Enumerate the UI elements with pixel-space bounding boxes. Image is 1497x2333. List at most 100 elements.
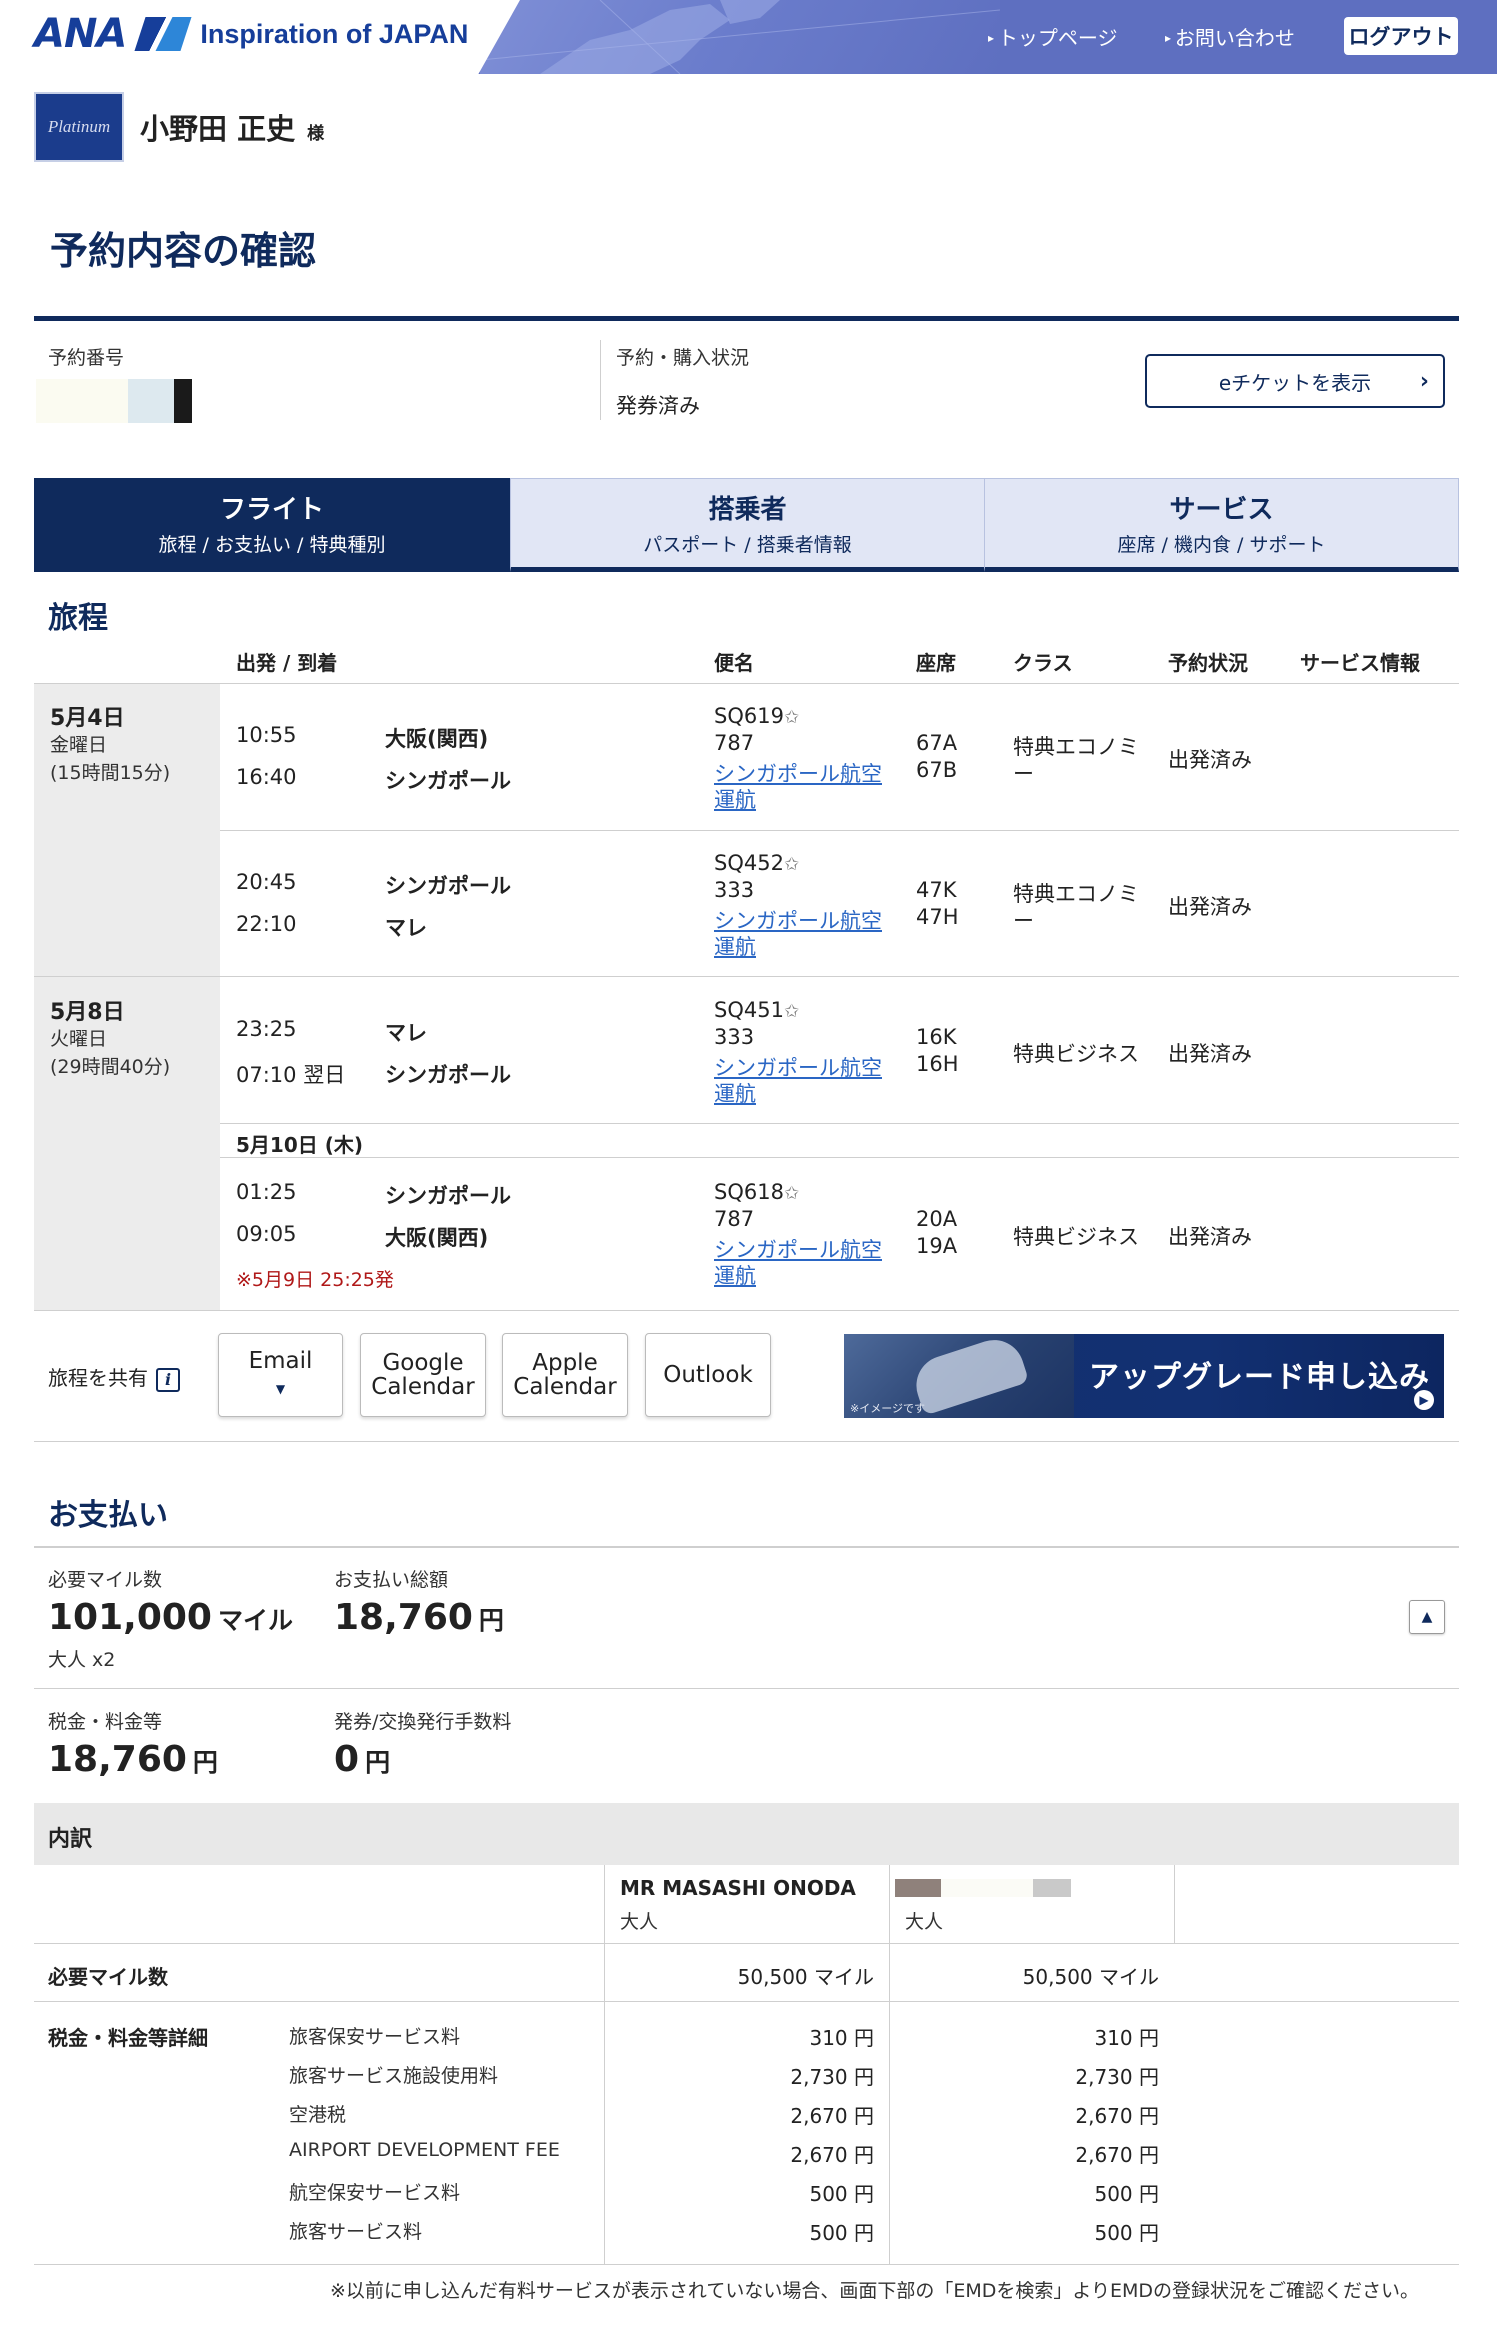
seat: 47H — [916, 905, 959, 929]
redacted-booking-number-3 — [174, 379, 192, 423]
date-break: 5月10日 (木) — [236, 1133, 363, 1157]
fee-item-name: 旅客保安サービス料 — [289, 2026, 461, 2048]
seat: 20A — [916, 1207, 958, 1231]
day-weekday: 火曜日 — [50, 1028, 108, 1050]
passenger-1-name: MR MASASHI ONODA — [620, 1876, 856, 1900]
fee-item-p1: 500 円 — [809, 2182, 874, 2206]
flight-number-text: SQ451 — [714, 998, 784, 1022]
yen-unit: 円 — [192, 1748, 218, 1777]
col-flight: 便名 — [714, 651, 754, 675]
miles-unit: マイル — [217, 1606, 293, 1635]
tax-value: 18,760 — [48, 1739, 187, 1780]
miles-total: 101,000 マイル — [48, 1597, 293, 1638]
apple-label-1: Apple — [532, 1350, 598, 1376]
fee-value: 0 — [334, 1739, 360, 1780]
google-label-2: Calendar — [371, 1374, 475, 1400]
miles-row-label: 必要マイル数 — [48, 1965, 168, 1989]
ana-stripe-icon — [134, 17, 192, 51]
departure-note: ※5月9日 25:25発 — [236, 1269, 394, 1291]
info-icon[interactable]: i — [156, 1367, 180, 1392]
payment-rule — [34, 1546, 1459, 1548]
chevron-right-icon: › — [1419, 369, 1429, 394]
dep-city: シンガポール — [385, 874, 511, 898]
arr-time: 16:40 — [236, 765, 297, 789]
fee-item-name: 航空保安サービス料 — [289, 2182, 461, 2204]
user-name: 小野田 正史様 — [140, 106, 324, 148]
status-value: 発券済み — [616, 394, 700, 418]
share-label-text: 旅程を共有 — [48, 1366, 148, 1390]
honorific: 様 — [307, 124, 325, 144]
fee-item-p1: 2,670 円 — [790, 2143, 874, 2167]
fee-label: 発券/交換発行手数料 — [334, 1711, 512, 1733]
class-cont: ー — [1013, 909, 1034, 933]
segment-status: 出発済み — [1168, 1042, 1252, 1066]
operator-link-cont[interactable]: 運航 — [714, 931, 756, 961]
passenger-1-miles: 50,500 マイル — [737, 1965, 874, 1989]
fee-total: 0円 — [334, 1739, 390, 1780]
japan-map-graphic — [480, 0, 1000, 74]
aircraft: 787 — [714, 731, 755, 755]
tab-service[interactable]: サービス 座席 / 機内食 / サポート — [984, 478, 1459, 572]
col-seat: 座席 — [916, 651, 956, 675]
share-label: 旅程を共有 i — [48, 1362, 180, 1392]
flight-number-text: SQ618 — [714, 1180, 784, 1204]
payment-total: 18,760 円 — [334, 1597, 504, 1638]
col-divider — [604, 1865, 605, 2265]
operator-link-cont[interactable]: 運航 — [714, 1260, 756, 1290]
tagline: Inspiration of JAPAN — [200, 18, 469, 49]
fee-item-name: 空港税 — [289, 2104, 347, 2126]
fee-item-name: 旅客サービス料 — [289, 2221, 423, 2243]
flight-number: SQ452✩ — [714, 851, 799, 875]
contact-link[interactable]: お問い合わせ — [1165, 22, 1295, 51]
eticket-label: eチケットを表示 — [1218, 370, 1372, 395]
aircraft: 333 — [714, 878, 755, 902]
seat: 16K — [916, 1025, 957, 1049]
segment-status: 出発済み — [1168, 748, 1252, 772]
day-weekday: 金曜日 — [50, 734, 108, 756]
google-calendar-button[interactable]: Google Calendar — [360, 1333, 486, 1417]
upgrade-banner-note: ※イメージです — [850, 1402, 925, 1415]
col-class: クラス — [1013, 651, 1073, 675]
outlook-button[interactable]: Outlook — [645, 1333, 771, 1417]
segment-status: 出発済み — [1168, 895, 1252, 919]
seat: 19A — [916, 1234, 958, 1258]
upgrade-banner-text: アップグレード申し込み — [1089, 1360, 1430, 1395]
aircraft: 787 — [714, 1207, 755, 1231]
dep-city: マレ — [385, 1021, 427, 1045]
email-share-button[interactable]: Email ▼ — [218, 1333, 343, 1417]
logout-button[interactable]: ログアウト — [1344, 17, 1458, 55]
day-date: 5月8日 — [50, 1000, 125, 1025]
row-divider — [34, 1310, 1459, 1311]
row-divider — [220, 1157, 1459, 1158]
dep-time: 10:55 — [236, 723, 297, 747]
tab-flight[interactable]: フライト 旅程 / お支払い / 特典種別 — [34, 478, 510, 572]
miles-label: 必要マイル数 — [48, 1569, 163, 1591]
breakdown-header — [34, 1803, 1459, 1865]
operator-link-cont[interactable]: 運航 — [714, 784, 756, 814]
operator-link-cont[interactable]: 運航 — [714, 1078, 756, 1108]
star-alliance-icon: ✩ — [783, 1001, 800, 1022]
tab-passenger-title: 搭乗者 — [708, 495, 787, 525]
top-page-link[interactable]: トップページ — [988, 22, 1118, 51]
ana-logo[interactable]: ANA Inspiration of JAPAN — [34, 10, 468, 58]
upgrade-banner[interactable]: アップグレード申し込み ※イメージです ▶ — [844, 1334, 1444, 1418]
tax-label: 税金・料金等 — [48, 1711, 163, 1733]
tab-passenger[interactable]: 搭乗者 パスポート / 搭乗者情報 — [510, 478, 984, 572]
fee-item-p2: 500 円 — [1094, 2182, 1159, 2206]
seat: 16H — [916, 1052, 959, 1076]
status-label: 予約・購入状況 — [616, 347, 750, 369]
collapse-toggle-icon[interactable]: ▲ — [1409, 1600, 1445, 1634]
tab-service-title: サービス — [1169, 495, 1274, 525]
flight-number: SQ618✩ — [714, 1180, 799, 1204]
apple-calendar-button[interactable]: Apple Calendar — [502, 1333, 628, 1417]
fee-item-p1: 500 円 — [809, 2221, 874, 2245]
seat: 47K — [916, 878, 957, 902]
arr-time: 07:10 翌日 — [236, 1063, 346, 1087]
row-divider — [34, 976, 1459, 977]
class: 特典ビジネス — [1013, 1225, 1139, 1249]
footnote: ※以前に申し込んだ有料サービスが表示されていない場合、画面下部の「EMDを検索」… — [330, 2280, 1420, 2302]
redacted-passenger-2-a — [895, 1879, 941, 1897]
star-alliance-icon: ✩ — [783, 1183, 800, 1204]
eticket-button[interactable]: eチケットを表示 › — [1145, 354, 1445, 408]
breakdown-title: 内訳 — [48, 1827, 93, 1852]
